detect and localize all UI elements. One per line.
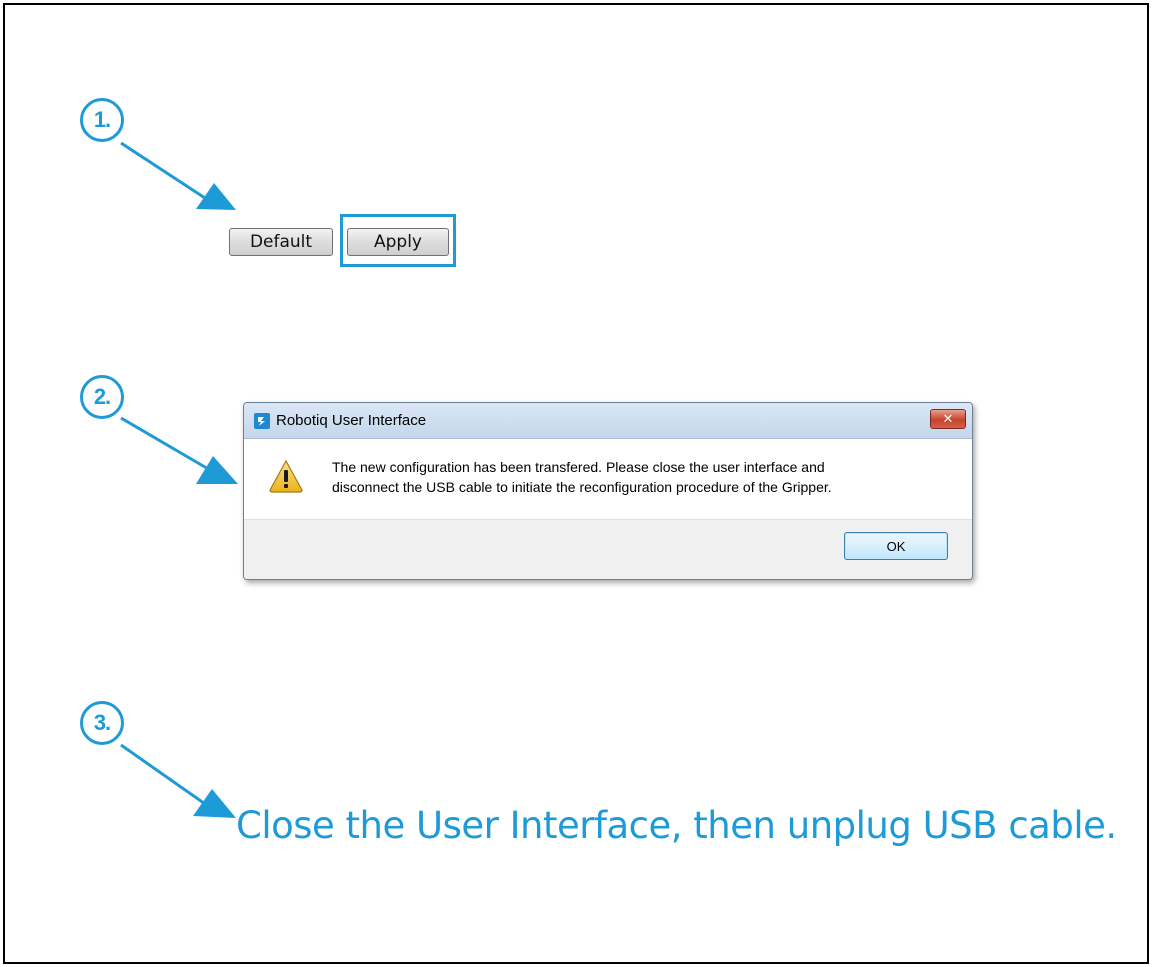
arrowhead-step-3 [193,789,236,818]
warning-icon [269,459,303,493]
ok-button[interactable]: OK [844,532,948,560]
dialog-titlebar: Robotiq User Interface ✕ [244,403,972,439]
robotiq-dialog: Robotiq User Interface ✕ The new configu… [243,402,973,580]
dialog-message-line-2: disconnect the USB cable to initiate the… [332,479,832,495]
dialog-footer: OK [244,519,972,579]
step-2-badge: 2. [80,375,124,419]
dialog-title: Robotiq User Interface [276,412,427,429]
arrow-step-2 [120,416,211,472]
arrow-step-3 [120,743,209,808]
close-icon[interactable]: ✕ [930,409,966,429]
dialog-message: The new configuration has been transfere… [332,457,962,497]
apply-button[interactable]: Apply [347,228,449,256]
step-3-badge: 3. [80,701,124,745]
robotiq-app-icon [254,412,270,429]
step-3-instruction: Close the User Interface, then unplug US… [236,804,1117,847]
dialog-message-line-1: The new configuration has been transfere… [332,459,825,475]
dialog-content: The new configuration has been transfere… [244,439,972,519]
arrowhead-step-2 [196,456,238,484]
step-1-badge: 1. [80,98,124,142]
default-button[interactable]: Default [229,228,333,256]
arrow-step-1 [120,141,209,202]
